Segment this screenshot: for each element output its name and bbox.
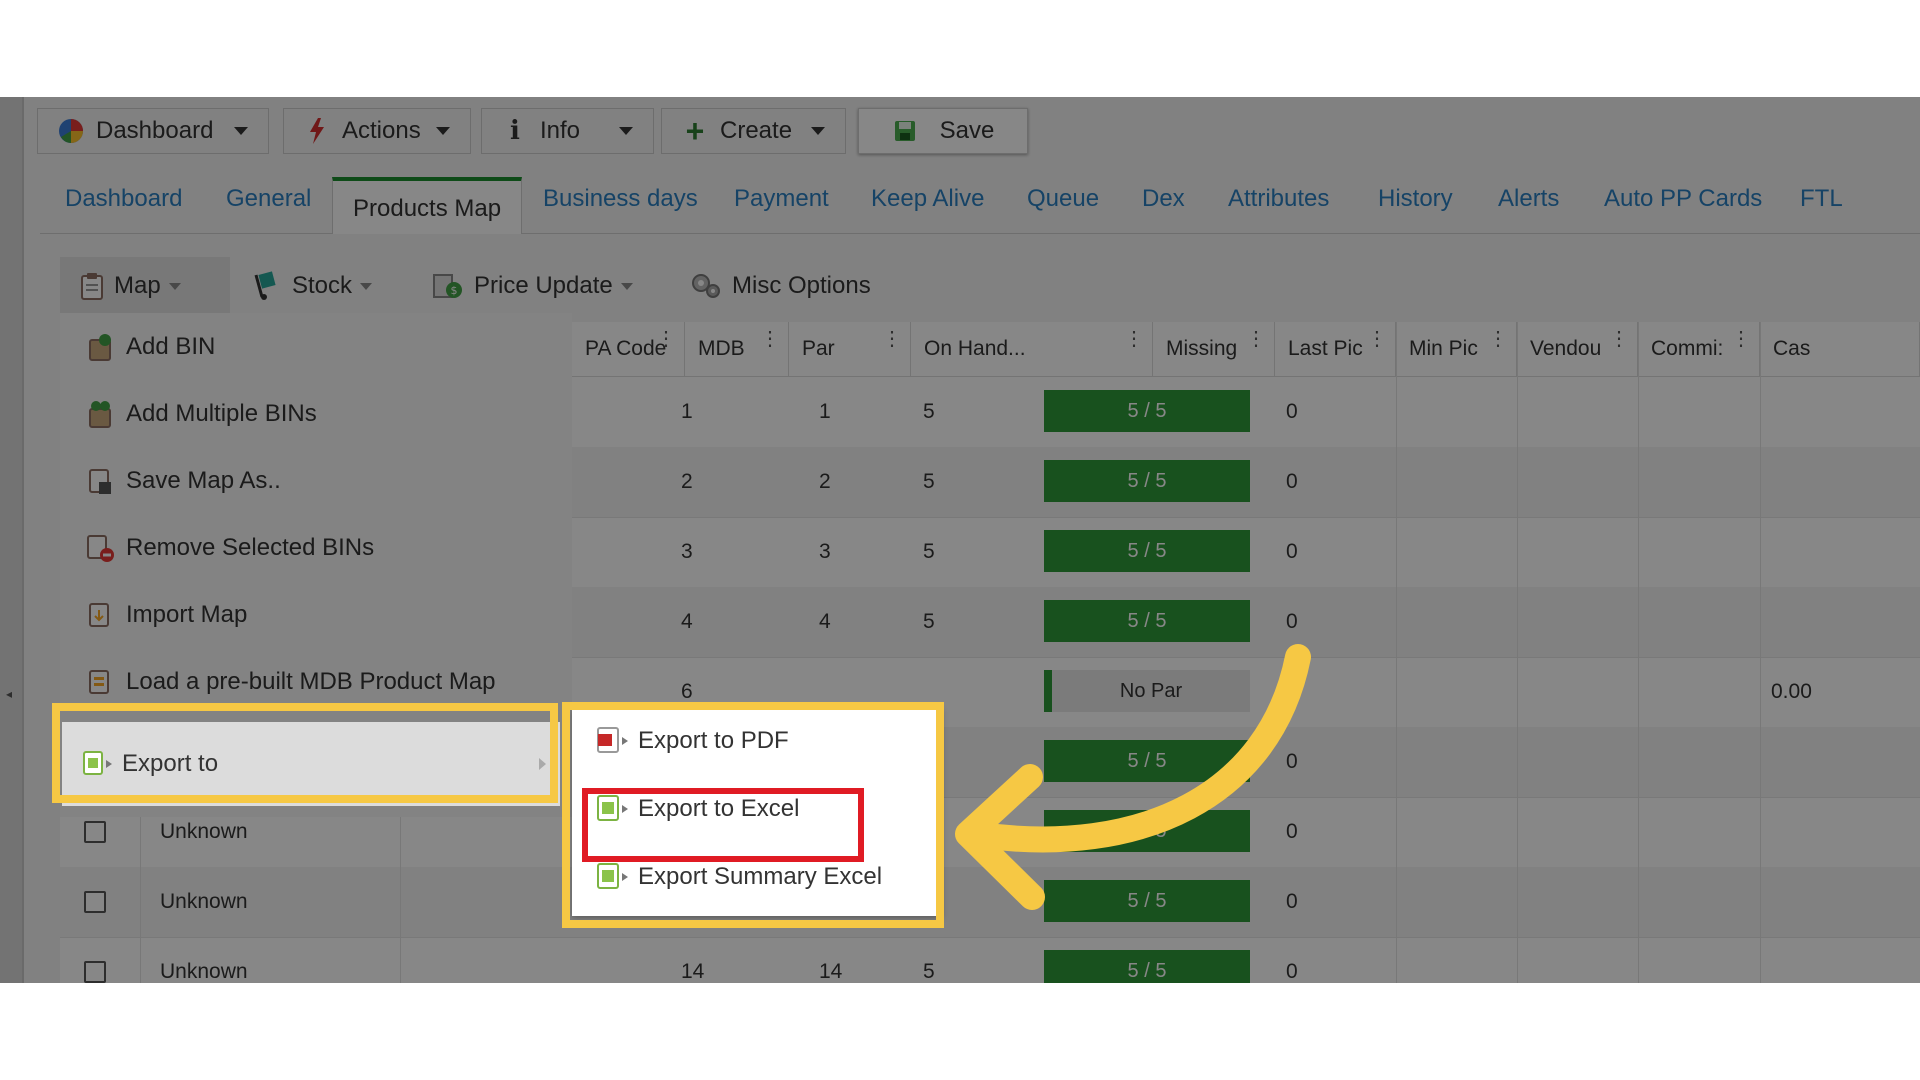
callout-arrow-icon (955, 644, 1311, 910)
app-screen: ◂ Dashboard Actions i Info + Create Save… (0, 97, 1920, 983)
